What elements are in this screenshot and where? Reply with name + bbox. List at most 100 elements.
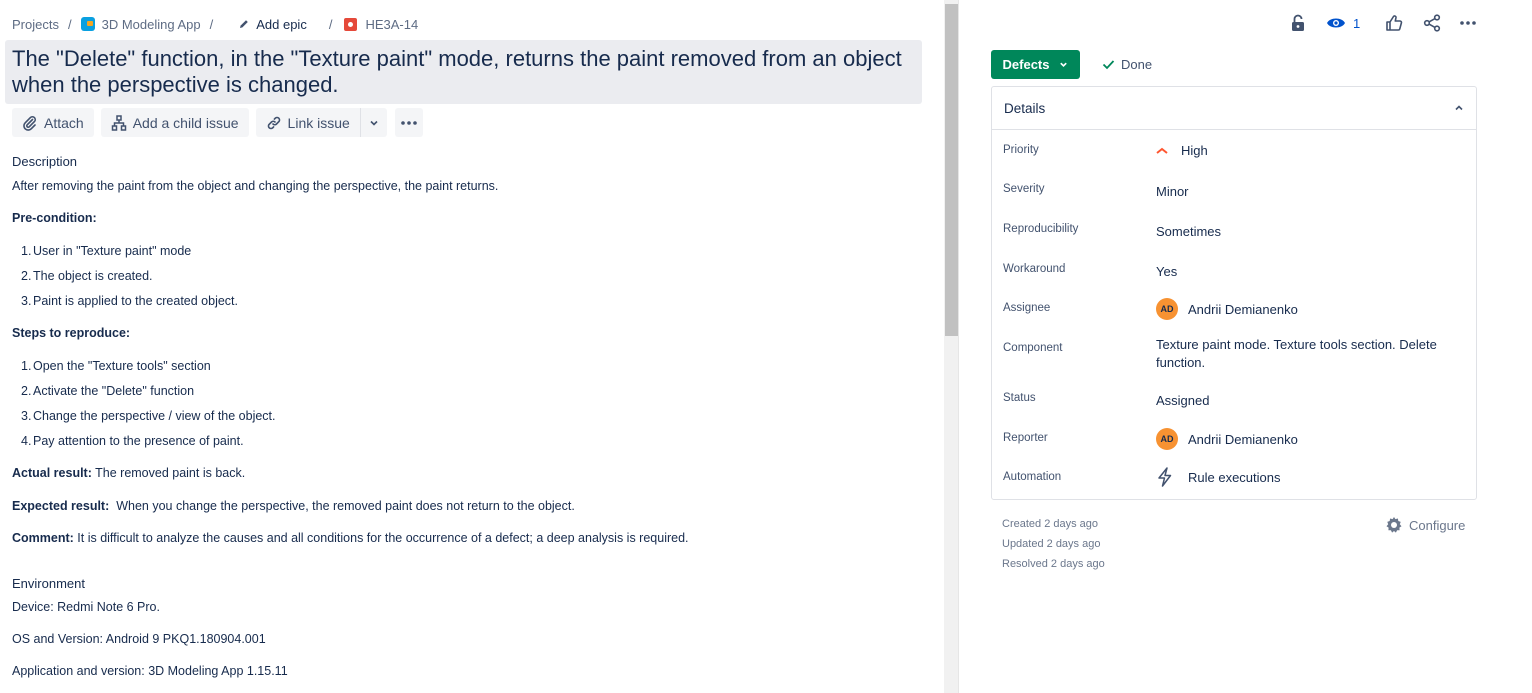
project-avatar-icon xyxy=(80,17,95,31)
list-item: 2. Activate the "Delete" function xyxy=(21,384,195,398)
expected-result: Expected result: When you change the per… xyxy=(12,499,575,513)
list-item: 3. Paint is applied to the created object… xyxy=(21,294,238,308)
watchers-count: 1 xyxy=(1353,15,1361,31)
status-label: Defects xyxy=(1002,57,1050,72)
thumbs-up-icon xyxy=(1386,15,1403,31)
reporter-label: Reporter xyxy=(1003,432,1048,444)
breadcrumb-separator: / xyxy=(67,16,72,32)
priority-label: Priority xyxy=(1003,144,1039,156)
list-item: 1. User in "Texture paint" mode xyxy=(21,244,192,258)
automation-value[interactable]: Rule executions xyxy=(1156,467,1281,487)
resolution-label: Done xyxy=(1121,57,1153,72)
component-label: Component xyxy=(1003,342,1063,354)
issue-title: The "Delete" function, in the "Texture p… xyxy=(12,46,902,97)
breadcrumb-project[interactable]: 3D Modeling App xyxy=(80,16,201,32)
steps-heading: Steps to reproduce: xyxy=(12,326,131,340)
issue-sidebar: 1 Defects Done Details Priority High Sev… xyxy=(960,0,1532,693)
breadcrumb-projects[interactable]: Projects xyxy=(12,17,59,32)
component-value[interactable]: Texture paint mode. Texture tools sectio… xyxy=(1156,336,1437,372)
breadcrumb: Projects / 3D Modeling App / Add epic / … xyxy=(12,14,418,34)
environment-heading: Environment xyxy=(12,576,85,591)
resolved-date: Resolved 2 days ago xyxy=(1002,558,1105,570)
restrict-button[interactable] xyxy=(1288,12,1308,34)
comment: Comment: It is difficult to analyze the … xyxy=(12,531,689,545)
severity-label: Severity xyxy=(1003,183,1045,195)
add-epic-button[interactable]: Add epic xyxy=(238,17,307,32)
breadcrumb-issue-key[interactable]: HE3A-14 xyxy=(341,17,418,32)
link-icon xyxy=(267,116,280,129)
assignee-label: Assignee xyxy=(1003,302,1051,314)
scrollbar-thumb[interactable] xyxy=(945,4,958,336)
priority-high-icon xyxy=(1156,147,1168,154)
environment-app: Application and version: 3D Modeling App… xyxy=(12,664,288,678)
actual-result: Actual result: The removed paint is back… xyxy=(12,466,246,480)
environment-device: Device: Redmi Note 6 Pro. xyxy=(12,600,160,614)
link-issue-dropdown[interactable] xyxy=(359,108,387,137)
watch-button[interactable]: 1 xyxy=(1326,12,1360,34)
reproducibility-value[interactable]: Sometimes xyxy=(1156,224,1221,239)
share-icon xyxy=(1424,14,1441,32)
assignee-value[interactable]: AD Andrii Demianenko xyxy=(1156,298,1298,320)
hierarchy-icon xyxy=(111,114,126,131)
issue-actions: 1 xyxy=(1288,12,1478,34)
more-icon xyxy=(401,120,417,125)
details-header[interactable]: Details xyxy=(992,87,1476,130)
created-date: Created 2 days ago xyxy=(1002,518,1099,530)
lock-icon xyxy=(1292,14,1304,31)
resolution-badge: Done xyxy=(1102,57,1152,72)
checkmark-icon xyxy=(1102,60,1115,70)
status-transition-button[interactable]: Defects xyxy=(991,50,1080,79)
more-options-button[interactable] xyxy=(1458,12,1478,34)
eye-icon xyxy=(1327,18,1345,28)
paperclip-icon xyxy=(23,115,37,131)
configure-label: Configure xyxy=(1409,517,1466,533)
bug-icon xyxy=(344,17,358,31)
severity-value[interactable]: Minor xyxy=(1156,184,1189,199)
issue-title-field[interactable]: The "Delete" function, in the "Texture p… xyxy=(5,40,922,104)
reproducibility-label: Reproducibility xyxy=(1003,223,1079,235)
gear-icon xyxy=(1386,517,1402,533)
link-issue-button[interactable]: Link issue xyxy=(255,108,360,137)
breadcrumb-project-label: 3D Modeling App xyxy=(101,16,201,32)
chevron-up-icon xyxy=(1455,105,1463,111)
link-issue-label: Link issue xyxy=(287,114,350,131)
precondition-heading: Pre-condition: xyxy=(12,211,97,225)
share-button[interactable] xyxy=(1422,12,1442,34)
attach-button[interactable]: Attach xyxy=(12,108,94,137)
description-heading: Description xyxy=(12,154,78,169)
list-item: 4. Pay attention to the presence of paint… xyxy=(21,434,244,448)
description-summary: After removing the paint from the object… xyxy=(12,179,499,193)
details-panel: Details Priority High Severity Minor Rep… xyxy=(991,86,1477,500)
configure-button[interactable]: Configure xyxy=(1385,516,1465,534)
list-item: 1. Open the "Texture tools" section xyxy=(21,359,211,373)
avatar: AD xyxy=(1156,428,1178,450)
avatar: AD xyxy=(1156,298,1178,320)
details-heading: Details xyxy=(1004,100,1046,116)
pencil-icon xyxy=(240,20,249,28)
list-item: 3. Change the perspective / view of the o… xyxy=(21,409,276,423)
issue-toolbar: Attach Add a child issue Link issue xyxy=(12,108,423,137)
priority-value[interactable]: High xyxy=(1156,143,1208,158)
workaround-label: Workaround xyxy=(1003,263,1066,275)
environment-os: OS and Version: Android 9 PKQ1.180904.00… xyxy=(12,632,266,646)
breadcrumb-separator: / xyxy=(209,16,214,32)
breadcrumb-separator: / xyxy=(328,16,333,32)
issue-key-label: HE3A-14 xyxy=(365,16,419,32)
updated-date: Updated 2 days ago xyxy=(1002,538,1101,550)
chevron-down-icon xyxy=(370,120,378,126)
more-icon xyxy=(1460,21,1477,25)
vote-button[interactable] xyxy=(1384,12,1404,34)
more-actions-button[interactable] xyxy=(394,108,423,137)
add-epic-label: Add epic xyxy=(256,16,307,32)
issue-main-panel: Projects / 3D Modeling App / Add epic / … xyxy=(0,0,944,693)
add-child-label: Add a child issue xyxy=(132,114,239,131)
chevron-down-icon xyxy=(1060,62,1068,67)
add-child-issue-button[interactable]: Add a child issue xyxy=(100,108,249,137)
workaround-value[interactable]: Yes xyxy=(1156,264,1177,279)
status-field-label: Status xyxy=(1003,392,1036,404)
status-field-value[interactable]: Assigned xyxy=(1156,393,1209,408)
lightning-icon xyxy=(1158,467,1172,487)
attach-label: Attach xyxy=(44,114,84,131)
list-item: 2. The object is created. xyxy=(21,269,153,283)
reporter-value[interactable]: AD Andrii Demianenko xyxy=(1156,428,1298,450)
